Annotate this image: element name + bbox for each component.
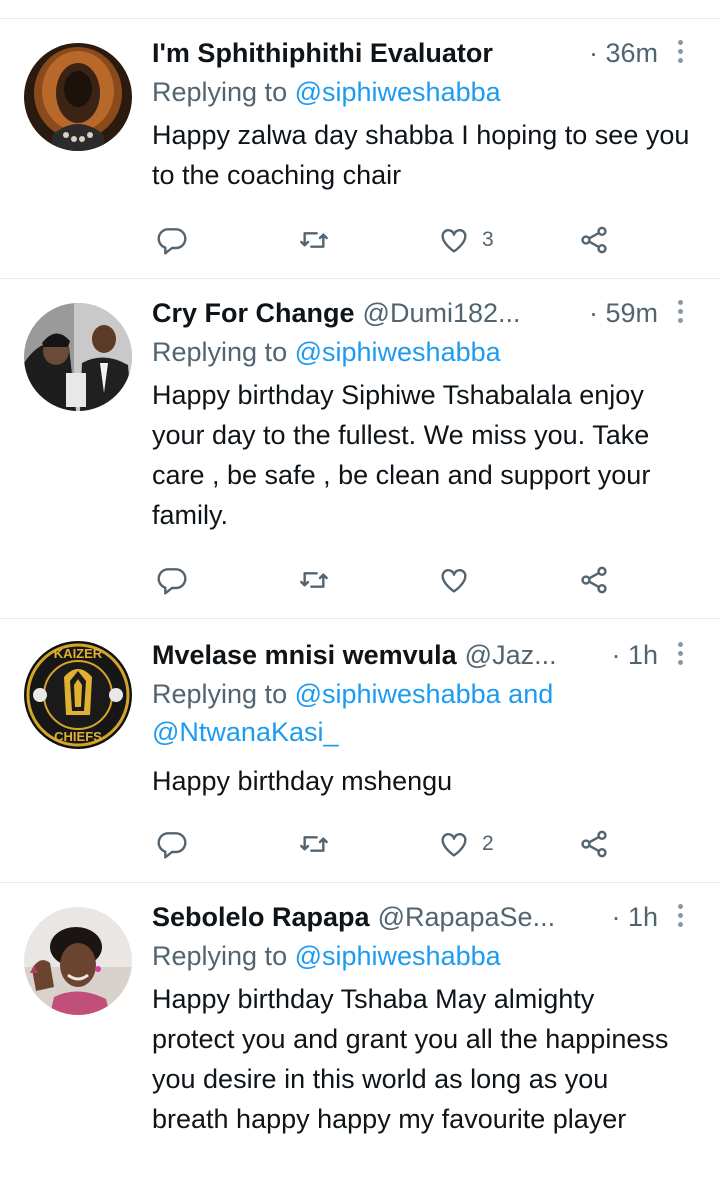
tweet-text: Happy birthday Tshaba May almighty prote…: [152, 984, 669, 1134]
more-icon[interactable]: [674, 901, 686, 933]
retweet-button[interactable]: [298, 824, 330, 864]
tweet[interactable]: Sebolelo Rapapa @RapapaSe... · 1h Replyi…: [0, 883, 720, 1190]
retweet-icon: [300, 572, 328, 588]
avatar[interactable]: [24, 303, 132, 411]
display-name[interactable]: I'm Sphithiphithi Evaluator: [152, 38, 493, 69]
avatar[interactable]: [24, 43, 132, 151]
replying-to: Replying to @siphiweshabba and @NtwanaKa…: [152, 675, 672, 751]
share-icon: [581, 830, 607, 858]
timestamp[interactable]: · 36m: [589, 33, 658, 73]
mention-link[interactable]: @siphiweshabba: [295, 679, 501, 709]
reply-icon: [157, 568, 187, 595]
timestamp[interactable]: · 1h: [611, 897, 658, 937]
more-icon[interactable]: [674, 37, 686, 69]
more-icon[interactable]: [674, 297, 686, 329]
tweet[interactable]: KAIZER CHIEFS Mvelase mnisi wemvula @Jaz…: [0, 619, 720, 883]
tweet[interactable]: Cry For Change @Dumi182... · 59m Replyin…: [0, 279, 720, 619]
like-button[interactable]: 2: [438, 824, 494, 864]
replying-label: Replying to: [152, 77, 288, 107]
like-count: 3: [482, 228, 494, 251]
retweet-button[interactable]: [298, 220, 330, 260]
mention-link[interactable]: @siphiweshabba: [295, 941, 501, 971]
tweet-text: Happy birthday Siphiwe Tshabalala enjoy …: [152, 380, 651, 530]
reply-button[interactable]: [156, 824, 188, 864]
share-icon: [581, 226, 607, 254]
replying-to: Replying to @siphiweshabba: [152, 937, 702, 975]
timestamp[interactable]: · 1h: [611, 635, 658, 675]
tweet-actions: 2: [152, 824, 622, 864]
share-button[interactable]: [578, 220, 610, 260]
timestamp[interactable]: · 59m: [589, 293, 658, 333]
heart-icon: [441, 228, 467, 253]
replying-label: Replying to: [152, 337, 288, 367]
mention-link[interactable]: @siphiweshabba: [295, 77, 501, 107]
replying-label: Replying to: [152, 941, 288, 971]
svg-text:KAIZER: KAIZER: [54, 646, 103, 661]
display-name[interactable]: Sebolelo Rapapa: [152, 902, 370, 933]
avatar[interactable]: [24, 907, 132, 1015]
tweet-text: Happy birthday mshengu: [152, 766, 453, 796]
mention-joiner: and: [508, 679, 554, 709]
reply-button[interactable]: [156, 560, 188, 600]
tweet-text: Happy zalwa day shabba I hoping to see y…: [152, 120, 690, 190]
more-icon[interactable]: [674, 639, 686, 671]
tweet-actions: 3: [152, 220, 622, 260]
mention-link[interactable]: @NtwanaKasi_: [152, 717, 339, 747]
display-name[interactable]: Mvelase mnisi wemvula: [152, 640, 457, 671]
retweet-button[interactable]: [298, 560, 330, 600]
replying-to: Replying to @siphiweshabba: [152, 333, 702, 371]
replying-label: Replying to: [152, 679, 288, 709]
share-icon: [581, 566, 607, 594]
reply-button[interactable]: [156, 220, 188, 260]
share-button[interactable]: [578, 824, 610, 864]
lion-avatar: [24, 43, 132, 151]
display-name[interactable]: Cry For Change: [152, 298, 355, 329]
heart-icon: [441, 568, 467, 593]
retweet-icon: [300, 232, 328, 248]
share-button[interactable]: [578, 560, 610, 600]
tweet-actions: [152, 560, 622, 600]
woman-avatar: [24, 907, 132, 1015]
user-handle[interactable]: @Jaz...: [465, 640, 557, 671]
people-photo-avatar: [24, 303, 132, 411]
kaizer-chiefs-logo-avatar: KAIZER CHIEFS: [24, 641, 132, 749]
svg-text:CHIEFS: CHIEFS: [54, 729, 102, 744]
reply-icon: [157, 228, 187, 255]
mention-link[interactable]: @siphiweshabba: [295, 337, 501, 367]
retweet-icon: [300, 836, 328, 852]
tweet[interactable]: I'm Sphithiphithi Evaluator · 36m Replyi…: [0, 19, 720, 279]
like-count: 2: [482, 832, 494, 855]
replying-to: Replying to @siphiweshabba: [152, 73, 702, 111]
user-handle[interactable]: @Dumi182...: [363, 298, 521, 329]
like-button[interactable]: 3: [438, 220, 494, 260]
like-button[interactable]: [438, 560, 482, 600]
avatar[interactable]: KAIZER CHIEFS: [24, 641, 132, 749]
heart-icon: [441, 832, 467, 857]
user-handle[interactable]: @RapapaSe...: [378, 902, 556, 933]
reply-icon: [157, 832, 187, 859]
